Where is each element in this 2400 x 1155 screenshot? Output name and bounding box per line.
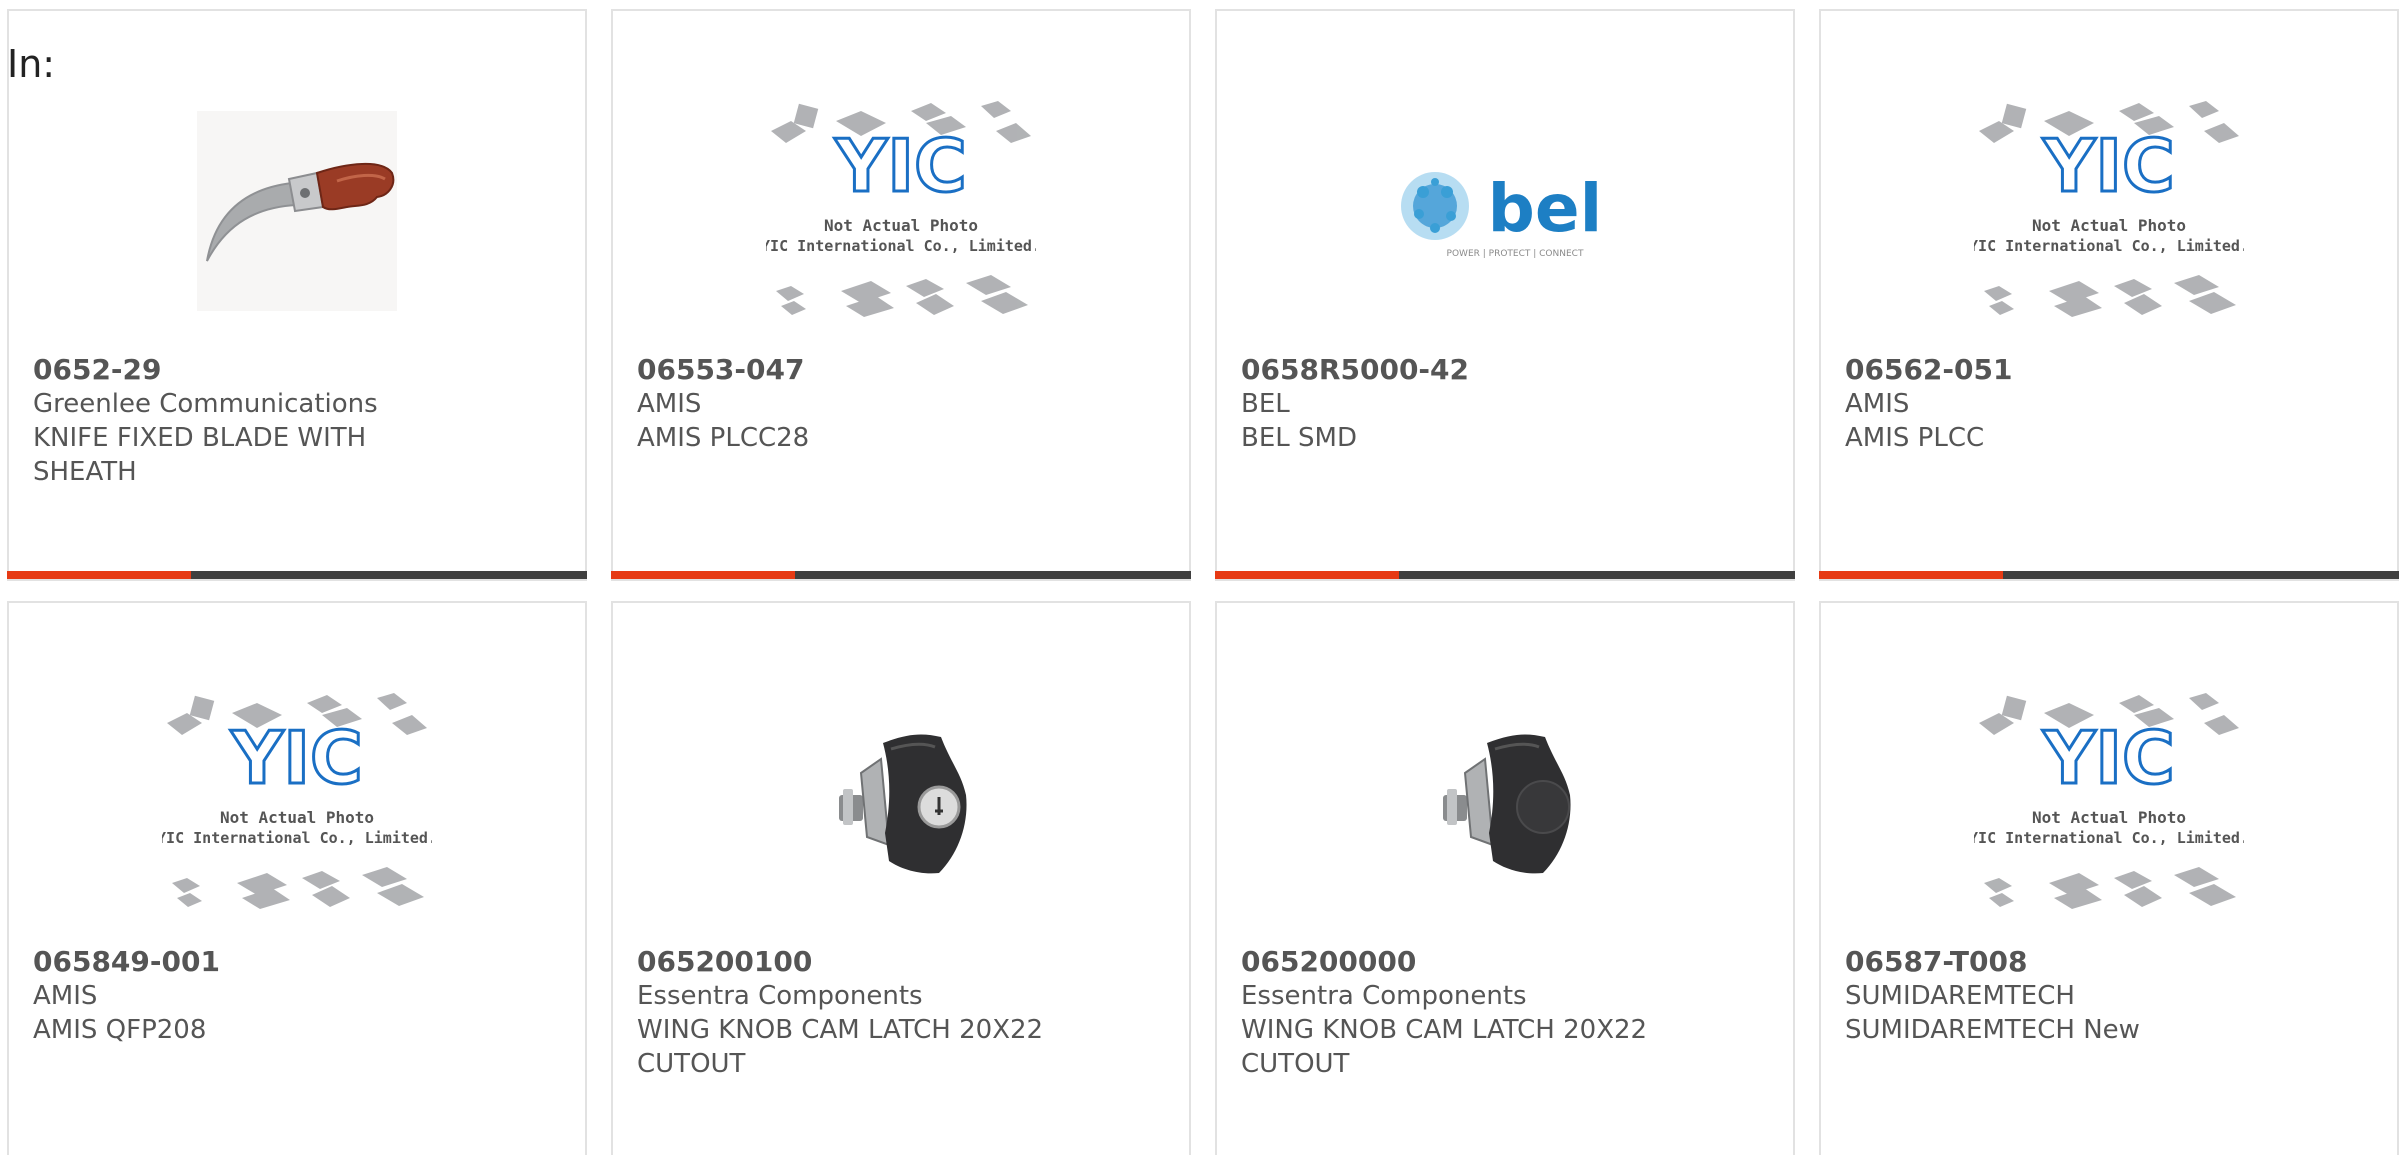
svg-text:Not Actual Photo: Not Actual Photo	[2032, 808, 2186, 827]
yic-placeholder-icon: YIC Not Actual Photo YIC International C…	[162, 693, 432, 909]
product-info: 0652-29 Greenlee Communications KNIFE FI…	[33, 353, 473, 489]
manufacturer: AMIS	[637, 389, 702, 419]
description: SUMIDAREMTECH New	[1845, 1015, 2140, 1045]
product-card[interactable]: YIC Not Actual Photo YIC International C…	[1819, 601, 2399, 1155]
svg-text:POWER | PROTECT | CONNECT: POWER | PROTECT | CONNECT	[1447, 249, 1584, 259]
manufacturer: BEL	[1241, 389, 1290, 419]
product-image[interactable]: YIC Not Actual Photo YIC International C…	[1821, 71, 2397, 351]
product-image[interactable]: YIC Not Actual Photo YIC International C…	[9, 663, 585, 943]
part-number-link[interactable]: 06553-047	[637, 353, 1077, 387]
product-image[interactable]	[1217, 663, 1793, 943]
cam-latch-icon	[839, 734, 967, 874]
part-number-link[interactable]: 065200000	[1241, 945, 1681, 979]
description: AMIS PLCC	[1845, 423, 1985, 453]
description: BEL SMD	[1241, 423, 1357, 453]
product-info: 06587-T008 SUMIDAREMTECH SUMIDAREMTECH N…	[1845, 945, 2285, 1047]
description: KNIFE FIXED BLADE WITH SHEATH	[33, 423, 367, 487]
description: WING KNOB CAM LATCH 20X22 CUTOUT	[1241, 1015, 1648, 1079]
manufacturer: Greenlee Communications	[33, 389, 378, 419]
filter-label: In:	[7, 42, 56, 86]
card-accent-red	[7, 571, 191, 579]
svg-text:Not Actual Photo: Not Actual Photo	[824, 216, 978, 235]
description: AMIS QFP208	[33, 1015, 207, 1045]
bel-logo-icon: bel POWER | PROTECT | CONNECT	[1401, 170, 1603, 259]
yic-placeholder-icon: YIC Not Actual Photo YIC International C…	[1974, 693, 2244, 909]
card-accent-bar	[1819, 571, 2399, 579]
svg-text:YIC International Co., Limited: YIC International Co., Limited.	[766, 237, 1036, 255]
manufacturer: Essentra Components	[637, 981, 923, 1011]
product-card[interactable]: YIC Not Actual Photo YIC International C…	[1819, 9, 2399, 581]
part-number-link[interactable]: 0652-29	[33, 353, 473, 387]
card-accent-bar	[611, 571, 1191, 579]
yic-placeholder-icon: YIC Not Actual Photo YIC International C…	[1974, 101, 2244, 317]
card-accent-red	[611, 571, 795, 579]
card-accent-bar	[1215, 571, 1795, 579]
svg-text:Not Actual Photo: Not Actual Photo	[220, 808, 374, 827]
part-number-link[interactable]: 065200100	[637, 945, 1077, 979]
product-info: 065849-001 AMIS AMIS QFP208	[33, 945, 473, 1047]
product-info: 0658R5000-42 BEL BEL SMD	[1241, 353, 1681, 455]
svg-text:YIC International Co., Limited: YIC International Co., Limited.	[1974, 237, 2244, 255]
manufacturer: SUMIDAREMTECH	[1845, 981, 2075, 1011]
product-card[interactable]: YIC Not Actual Photo YIC International C…	[7, 601, 587, 1155]
card-accent-red	[1215, 571, 1399, 579]
product-info: 065200100 Essentra Components WING KNOB …	[637, 945, 1077, 1081]
svg-text:YIC International Co., Limited: YIC International Co., Limited.	[162, 829, 432, 847]
svg-text:bel: bel	[1488, 170, 1603, 247]
product-grid-page: In: 0652-29 Greenlee Communications KNIF…	[0, 0, 2400, 1155]
part-number-link[interactable]: 065849-001	[33, 945, 473, 979]
card-accent-bar	[7, 571, 587, 579]
svg-text:YIC: YIC	[2042, 716, 2175, 800]
description: WING KNOB CAM LATCH 20X22 CUTOUT	[637, 1015, 1044, 1079]
product-image[interactable]: YIC Not Actual Photo YIC International C…	[613, 71, 1189, 351]
product-image[interactable]	[613, 663, 1189, 943]
knife-photo-icon	[197, 111, 397, 311]
product-info: 06553-047 AMIS AMIS PLCC28	[637, 353, 1077, 455]
svg-text:YIC: YIC	[834, 124, 967, 208]
part-number-link[interactable]: 06562-051	[1845, 353, 2285, 387]
product-image[interactable]	[9, 71, 585, 351]
manufacturer: AMIS	[1845, 389, 1910, 419]
card-accent-red	[1819, 571, 2003, 579]
product-grid: 0652-29 Greenlee Communications KNIFE FI…	[7, 9, 2399, 1155]
part-number-link[interactable]: 0658R5000-42	[1241, 353, 1681, 387]
yic-placeholder-icon: YIC Not Actual Photo YIC International C…	[766, 101, 1036, 317]
product-image[interactable]: bel POWER | PROTECT | CONNECT	[1217, 71, 1793, 351]
product-card[interactable]: 065200100 Essentra Components WING KNOB …	[611, 601, 1191, 1155]
manufacturer: Essentra Components	[1241, 981, 1527, 1011]
part-number-link[interactable]: 06587-T008	[1845, 945, 2285, 979]
product-image[interactable]: YIC Not Actual Photo YIC International C…	[1821, 663, 2397, 943]
product-info: 065200000 Essentra Components WING KNOB …	[1241, 945, 1681, 1081]
cam-latch-icon	[1443, 734, 1571, 874]
svg-text:YIC International Co., Limited: YIC International Co., Limited.	[1974, 829, 2244, 847]
svg-text:Not Actual Photo: Not Actual Photo	[2032, 216, 2186, 235]
product-card[interactable]: bel POWER | PROTECT | CONNECT 0658R5000-…	[1215, 9, 1795, 581]
product-info: 06562-051 AMIS AMIS PLCC	[1845, 353, 2285, 455]
svg-text:YIC: YIC	[2042, 124, 2175, 208]
svg-text:YIC: YIC	[230, 716, 363, 800]
product-card[interactable]: 065200000 Essentra Components WING KNOB …	[1215, 601, 1795, 1155]
product-card[interactable]: YIC Not Actual Photo YIC International C…	[611, 9, 1191, 581]
product-card[interactable]: 0652-29 Greenlee Communications KNIFE FI…	[7, 9, 587, 581]
manufacturer: AMIS	[33, 981, 98, 1011]
description: AMIS PLCC28	[637, 423, 810, 453]
